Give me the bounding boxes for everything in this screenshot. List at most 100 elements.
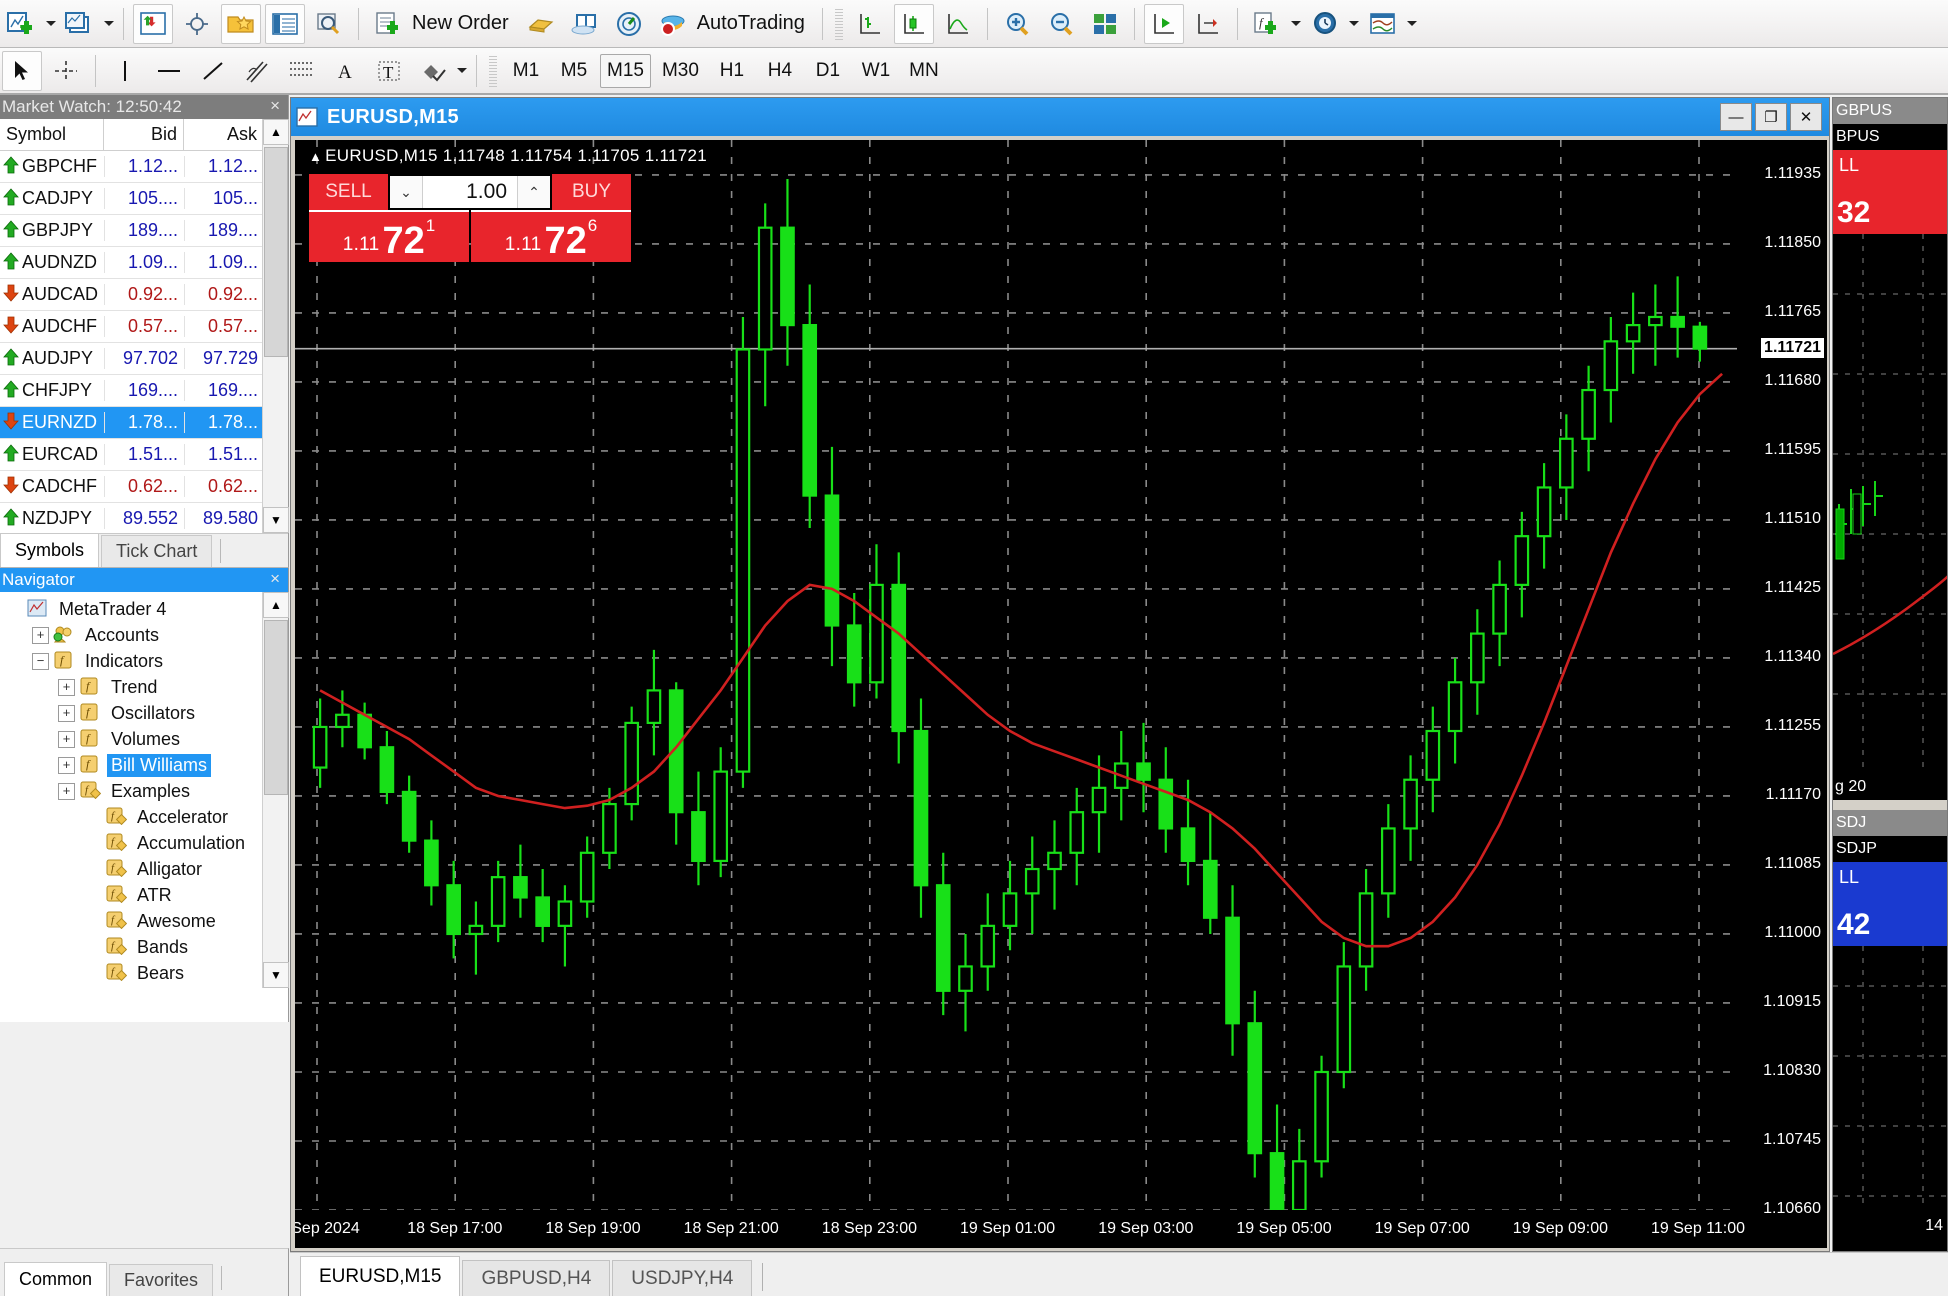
tab-symbols[interactable]: Symbols — [0, 533, 100, 567]
chart-tab-usdjpy[interactable]: USDJPY,H4 — [612, 1260, 753, 1296]
market-watch-row[interactable]: EURCAD 1.51... 1.51... — [0, 439, 288, 471]
volume-increment-icon[interactable]: ⌃ — [517, 176, 550, 208]
navigator-close-icon[interactable]: × — [270, 569, 280, 589]
market-watch-scrollbar[interactable]: ▲ ▼ — [262, 119, 289, 533]
tab-favorites[interactable]: Favorites — [109, 1264, 214, 1296]
tree-expander-icon[interactable]: + — [58, 704, 75, 722]
market-watch-row[interactable]: AUDCAD 0.92... 0.92... — [0, 279, 288, 311]
market-watch-row[interactable]: NZDJPY 89.552 89.580 — [0, 503, 288, 533]
navigator-item[interactable]: f Bands — [0, 934, 262, 960]
sell-price-button[interactable]: 1.11 72 1 — [309, 210, 469, 262]
market-watch-row[interactable]: CADCHF 0.62... 0.62... — [0, 471, 288, 503]
navigator-item[interactable]: + f Trend — [0, 674, 262, 700]
line-chart-button[interactable] — [938, 4, 978, 44]
chart-titlebar[interactable]: EURUSD,M15 — ❐ ✕ — [291, 98, 1829, 136]
signals-button[interactable] — [609, 4, 649, 44]
restore-button[interactable]: ❐ — [1755, 103, 1787, 131]
chart-plot-area[interactable] — [295, 140, 1737, 1210]
minimize-button[interactable]: — — [1720, 103, 1752, 131]
equidistant-channel-button[interactable] — [237, 51, 277, 91]
market-watch-row[interactable]: CHFJPY 169.... 169.... — [0, 375, 288, 407]
column-header-bid[interactable]: Bid — [104, 119, 184, 150]
time-axis[interactable]: 18 Sep 2024 18 Sep 17:00 18 Sep 19:00 18 Se… — [295, 1210, 1827, 1248]
templates-button[interactable] — [1363, 4, 1403, 44]
navigator-item[interactable]: f Bears — [0, 960, 262, 986]
market-watch-row[interactable]: EURNZD 1.78... 1.78... — [0, 407, 288, 439]
timeframe-grip[interactable] — [488, 53, 498, 88]
timeframe-m1[interactable]: M1 — [504, 54, 548, 88]
shapes-button[interactable] — [413, 51, 453, 91]
shapes-caret[interactable] — [455, 51, 469, 91]
tree-expander-icon[interactable]: + — [58, 730, 75, 748]
new-chart-caret[interactable] — [44, 4, 58, 44]
chart-tab-eurusd[interactable]: EURUSD,M15 — [300, 1256, 461, 1296]
zoom-in-button[interactable] — [997, 4, 1037, 44]
text-button[interactable]: A — [325, 51, 365, 91]
templates-caret[interactable] — [1405, 4, 1419, 44]
nav-scroll-up-icon[interactable]: ▲ — [263, 592, 289, 618]
timeframe-h4[interactable]: H4 — [758, 54, 802, 88]
market-watch-row[interactable]: GBPJPY 189.... 189.... — [0, 215, 288, 247]
bg-chart-area-1[interactable] — [1833, 234, 1947, 774]
candlestick-chart-button[interactable] — [893, 3, 934, 44]
zoom-out-button[interactable] — [1041, 4, 1081, 44]
tree-expander-icon[interactable]: + — [58, 782, 75, 800]
market-watch-row[interactable]: AUDNZD 1.09... 1.09... — [0, 247, 288, 279]
navigator-item[interactable]: + f Examples — [0, 778, 262, 804]
volume-decrement-icon[interactable]: ⌄ — [390, 176, 423, 208]
buy-price-button[interactable]: 1.11 72 6 — [471, 210, 631, 262]
market-watch-row[interactable]: GBPCHF 1.12... 1.12... — [0, 151, 288, 183]
fibonacci-button[interactable] — [281, 51, 321, 91]
navigator-item[interactable]: f ATR — [0, 882, 262, 908]
chart-canvas[interactable]: ▲ EURUSD,M15 1.11748 1.11754 1.11705 1.11… — [295, 140, 1827, 1248]
crosshair-tool-button[interactable] — [46, 51, 86, 91]
scroll-down-icon[interactable]: ▼ — [263, 507, 289, 533]
indicators-button[interactable]: f — [1247, 4, 1287, 44]
navigator-item[interactable]: f Accumulation — [0, 830, 262, 856]
timeframe-w1[interactable]: W1 — [854, 54, 898, 88]
column-header-ask[interactable]: Ask — [184, 119, 264, 150]
navigator-item[interactable]: f Accelerator — [0, 804, 262, 830]
strategy-tester-button[interactable] — [521, 4, 561, 44]
profiles-caret[interactable] — [102, 4, 116, 44]
timeframe-m30[interactable]: M30 — [655, 54, 706, 88]
cursor-button[interactable] — [2, 50, 42, 91]
chart-collapse-icon[interactable]: ▲ — [309, 149, 322, 164]
background-chart-strip[interactable]: GBPUS BPUS LL 32 g 20 SDJ SDJP LL 42 14 — [1832, 97, 1948, 1252]
sell-label[interactable]: SELL — [309, 174, 388, 210]
new-order-button[interactable] — [368, 4, 408, 44]
price-axis[interactable]: 1.11935 1.11850 1.11765 1.11680 1.11595 1.115… — [1737, 140, 1827, 1217]
autotrading-button[interactable] — [653, 4, 693, 44]
data-window-button[interactable] — [265, 3, 305, 44]
tree-expander-icon[interactable]: + — [58, 756, 75, 774]
chart-shift-button[interactable] — [1188, 4, 1228, 44]
timeframe-mn[interactable]: MN — [902, 54, 946, 88]
volume-value[interactable]: 1.00 — [423, 176, 517, 208]
navigator-scrollbar[interactable]: ▲ ▼ — [262, 592, 289, 988]
navigator-item[interactable]: + f Volumes — [0, 726, 262, 752]
text-label-button[interactable]: T — [369, 51, 409, 91]
navigator-item[interactable]: + f Oscillators — [0, 700, 262, 726]
toolbar-grip[interactable] — [833, 6, 844, 41]
trendline-button[interactable] — [193, 51, 233, 91]
navigator-item[interactable]: MetaTrader 4 — [0, 596, 262, 622]
close-icon[interactable]: × — [270, 96, 280, 116]
market-watch-row[interactable]: CADJPY 105.... 105... — [0, 183, 288, 215]
bg-chart-area-2[interactable] — [1833, 946, 1947, 1206]
timeframe-h1[interactable]: H1 — [710, 54, 754, 88]
terminal-button[interactable] — [309, 4, 349, 44]
auto-scroll-button[interactable] — [1143, 3, 1184, 44]
horizontal-line-button[interactable] — [149, 51, 189, 91]
timeframe-m5[interactable]: M5 — [552, 54, 596, 88]
timeframe-m15[interactable]: M15 — [600, 53, 651, 88]
navigator-item[interactable]: + f Bill Williams — [0, 752, 262, 778]
vertical-line-button[interactable] — [105, 51, 145, 91]
tree-expander-icon[interactable]: + — [32, 626, 49, 644]
scroll-thumb[interactable] — [264, 147, 288, 357]
column-header-symbol[interactable]: Symbol — [0, 119, 104, 150]
market-watch-button[interactable] — [133, 3, 173, 44]
navigator-item[interactable]: f Awesome — [0, 908, 262, 934]
scroll-up-icon[interactable]: ▲ — [263, 119, 289, 145]
timeframe-d1[interactable]: D1 — [806, 54, 850, 88]
crosshair-button[interactable] — [177, 4, 217, 44]
